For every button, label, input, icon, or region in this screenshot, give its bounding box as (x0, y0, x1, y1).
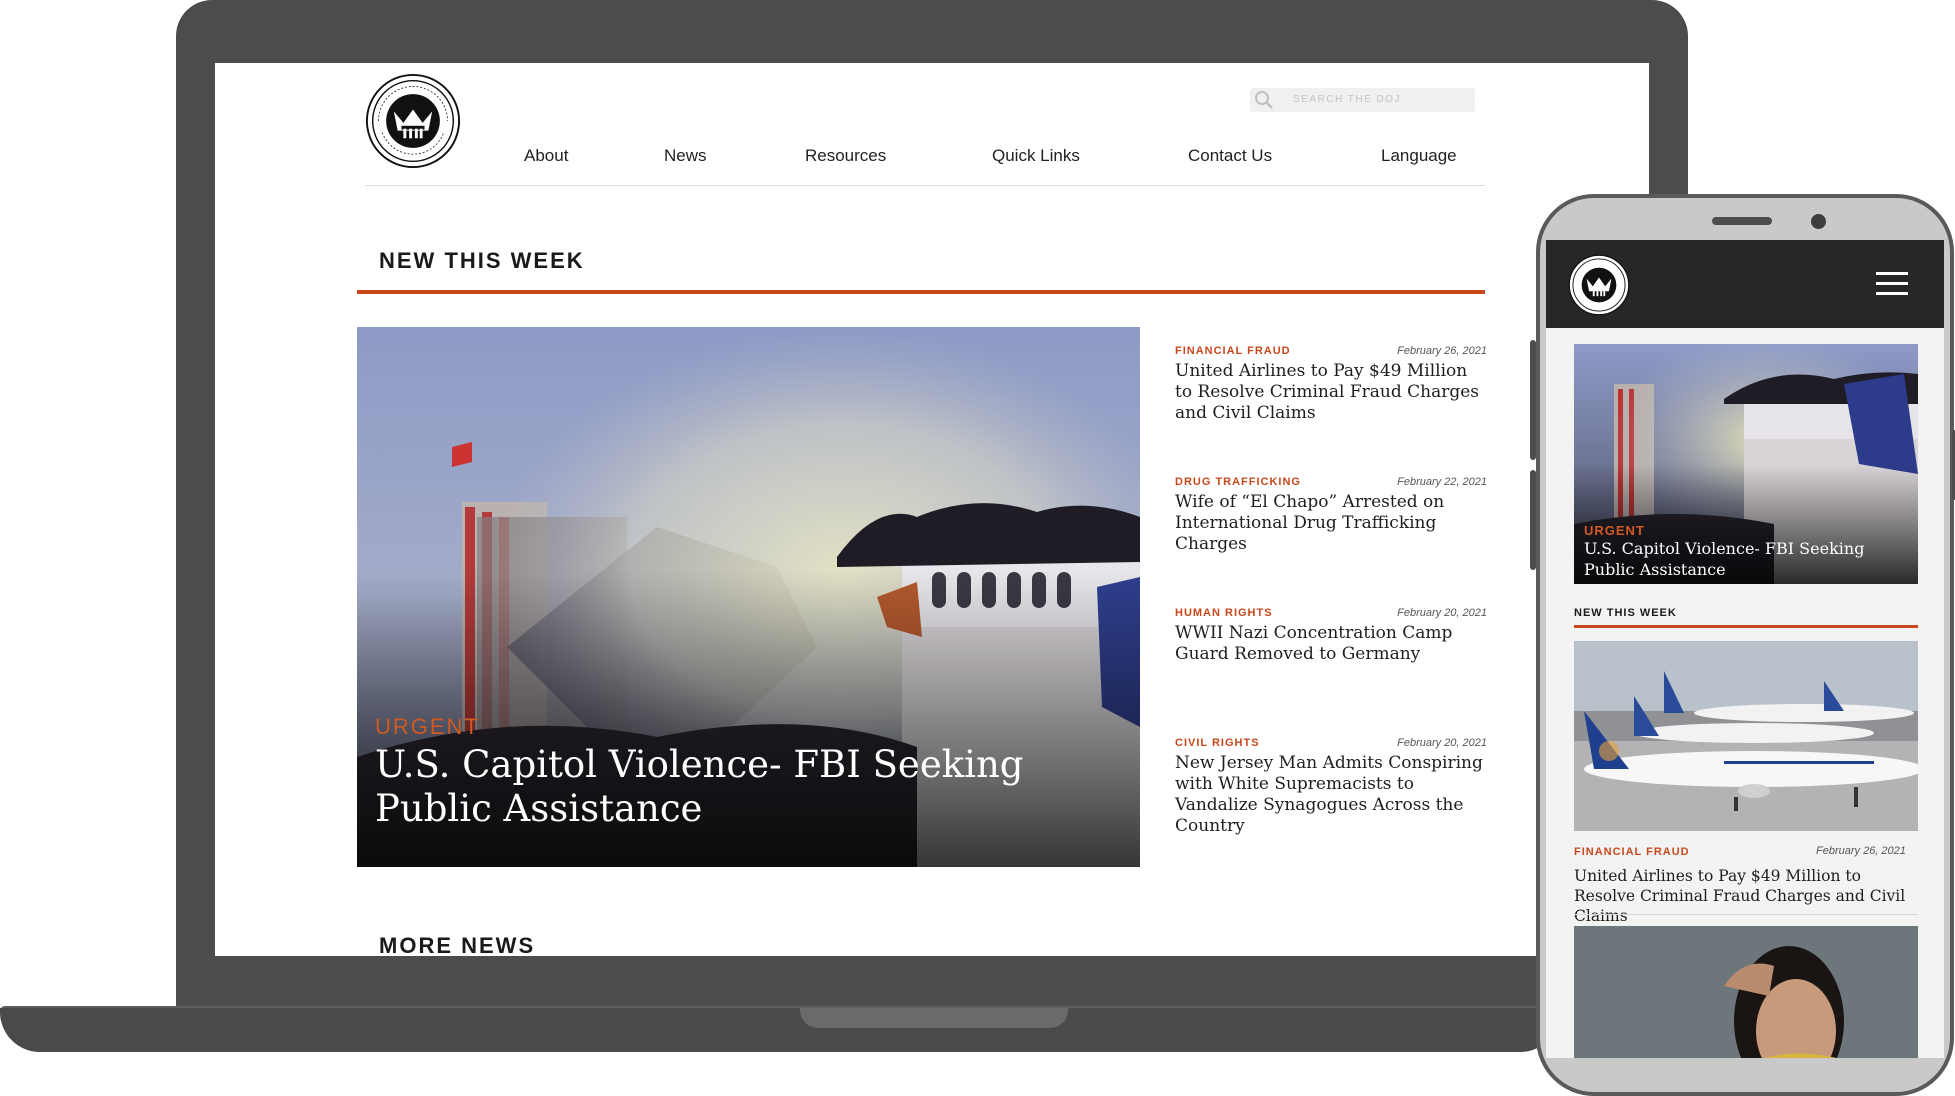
mobile-hero-title[interactable]: U.S. Capitol Violence- FBI Seeking Publi… (1584, 538, 1914, 580)
airplane-photo (1574, 641, 1918, 831)
nav-divider (365, 185, 1485, 186)
search-icon[interactable] (1254, 90, 1274, 110)
laptop-notch (800, 1008, 1068, 1028)
search-placeholder: SEARCH THE DOJ (1293, 94, 1402, 105)
hamburger-menu-icon[interactable] (1876, 272, 1908, 296)
article-date: February 26, 2021 (1397, 345, 1487, 357)
laptop-base (0, 1008, 1560, 1052)
nav-item-resources[interactable]: Resources (805, 146, 886, 166)
mobile-hero-tag: URGENT (1584, 523, 1645, 538)
mobile-article-divider (1574, 914, 1918, 915)
article-title[interactable]: WWII Nazi Concentration Camp Guard Remov… (1175, 623, 1487, 665)
phone-volume-up (1530, 340, 1536, 460)
nav-item-about[interactable]: About (524, 146, 568, 166)
article-category: CIVIL RIGHTS (1175, 737, 1260, 749)
search-input[interactable]: SEARCH THE DOJ (1250, 88, 1475, 112)
hero-title[interactable]: U.S. Capitol Violence- FBI Seeking Publi… (375, 743, 1115, 831)
article-date: February 22, 2021 (1397, 476, 1487, 488)
phone-volume-down (1530, 470, 1536, 570)
section-title: NEW THIS WEEK (379, 248, 585, 273)
phone-camera (1811, 214, 1826, 229)
mobile-article-image[interactable] (1574, 926, 1918, 1058)
mobile-article-date: February 26, 2021 (1816, 845, 1906, 857)
article-title[interactable]: Wife of “El Chapo” Arrested on Internati… (1175, 492, 1487, 555)
article-date: February 20, 2021 (1397, 607, 1487, 619)
mobile-screen: URGENT U.S. Capitol Violence- FBI Seekin… (1546, 240, 1944, 1058)
main-nav: About News Resources Quick Links Contact… (215, 146, 1649, 170)
portrait-photo (1574, 926, 1918, 1058)
nav-item-language[interactable]: Language (1381, 146, 1457, 166)
doj-seal-icon[interactable] (1568, 254, 1630, 316)
article-title[interactable]: New Jersey Man Admits Conspiring with Wh… (1175, 753, 1487, 837)
phone-speaker (1712, 217, 1772, 225)
nav-item-quick-links[interactable]: Quick Links (992, 146, 1080, 166)
mobile-article-title[interactable]: United Airlines to Pay $49 Million to Re… (1574, 866, 1918, 926)
mobile-article-image[interactable] (1574, 641, 1918, 831)
article-category: DRUG TRAFFICKING (1175, 476, 1301, 488)
nav-item-contact-us[interactable]: Contact Us (1188, 146, 1272, 166)
section-divider (357, 290, 1485, 294)
more-news-title: MORE NEWS (379, 933, 536, 956)
nav-item-news[interactable]: News (664, 146, 707, 166)
mobile-section-divider (1574, 625, 1918, 628)
mobile-section-title: NEW THIS WEEK (1574, 607, 1677, 619)
hero-tag: URGENT (375, 714, 480, 739)
mobile-header (1546, 240, 1944, 328)
article-category: FINANCIAL FRAUD (1175, 345, 1291, 357)
article-category: HUMAN RIGHTS (1175, 607, 1273, 619)
article-date: February 20, 2021 (1397, 737, 1487, 749)
mobile-article-category: FINANCIAL FRAUD (1574, 846, 1690, 858)
desktop-screen: SEARCH THE DOJ About News Resources Quic… (215, 63, 1649, 956)
article-title[interactable]: United Airlines to Pay $49 Million to Re… (1175, 361, 1487, 424)
